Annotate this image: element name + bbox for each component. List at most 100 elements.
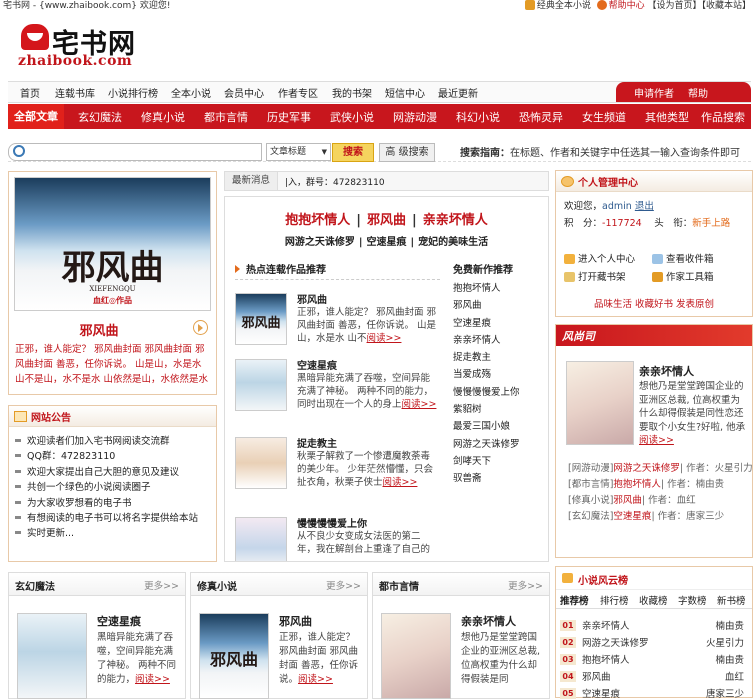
- list-item[interactable]: 共创一个绿色的小说阅读圈子: [15, 480, 198, 495]
- help-link[interactable]: 帮助: [688, 85, 708, 100]
- book-cover[interactable]: [566, 361, 634, 445]
- list-item[interactable]: 抱抱坏情人: [453, 280, 543, 297]
- cat-wuxia[interactable]: 武侠小说: [330, 109, 374, 125]
- cat-search[interactable]: 作品搜索: [701, 109, 745, 125]
- headline-link[interactable]: 亲亲坏情人: [423, 213, 488, 228]
- book-title[interactable]: 慢慢慢慢爱上你: [297, 517, 367, 530]
- tab-wordcount[interactable]: 字数榜: [678, 593, 707, 607]
- list-item[interactable]: [玄幻魔法]空速星痕| 作者：唐家三少: [568, 508, 724, 522]
- read-link[interactable]: 阅读>>: [135, 674, 170, 685]
- table-row[interactable]: 01 亲亲坏情人 楠由贵: [560, 618, 748, 632]
- book-title[interactable]: 捉走教主: [297, 435, 337, 450]
- book-title[interactable]: 空速星痕: [297, 357, 337, 372]
- list-item[interactable]: 驭兽斋: [453, 470, 543, 487]
- tab-favorites[interactable]: 收藏榜: [639, 593, 668, 607]
- list-item[interactable]: 亲亲坏情人: [453, 332, 543, 349]
- read-link[interactable]: 阅读>>: [367, 333, 402, 344]
- book-cover[interactable]: 邪风曲: [235, 293, 287, 345]
- book-cover[interactable]: [17, 613, 87, 699]
- read-link[interactable]: 阅读>>: [298, 674, 333, 685]
- cat-female[interactable]: 女生频道: [582, 109, 626, 125]
- list-item[interactable]: [网游动漫]网游之天诛修罗| 作者：火星引力: [568, 460, 753, 474]
- list-item[interactable]: 邪风曲: [453, 297, 543, 314]
- username-link[interactable]: admin: [602, 201, 632, 212]
- cat-all[interactable]: 全部文章: [8, 104, 64, 129]
- book-cover[interactable]: [235, 517, 287, 561]
- apply-author-link[interactable]: 申请作者: [634, 85, 674, 100]
- bookshelf-link[interactable]: 打开藏书架: [564, 269, 626, 283]
- nav-serial-library[interactable]: 连载书库: [55, 85, 95, 100]
- inbox-link[interactable]: 查看收件箱: [652, 251, 714, 265]
- subheadline-link[interactable]: 宠妃的美味生活: [418, 237, 488, 248]
- more-link[interactable]: 更多>>: [326, 578, 361, 592]
- list-item[interactable]: [修真小说]邪风曲| 作者：血红: [568, 492, 696, 506]
- set-homepage-link[interactable]: 【设为首页】: [647, 1, 701, 11]
- cat-other[interactable]: 其他类型: [645, 109, 689, 125]
- nav-author-zone[interactable]: 作者专区: [278, 85, 318, 100]
- book-title[interactable]: 空速星痕: [97, 613, 141, 629]
- table-row[interactable]: 02 网游之天诛修罗 火星引力: [560, 635, 748, 649]
- tab-recommend[interactable]: 推荐榜: [560, 593, 589, 607]
- nav-ranking[interactable]: 小说排行榜: [108, 85, 158, 100]
- headline-link[interactable]: 抱抱坏情人: [285, 213, 350, 228]
- subheadline-link[interactable]: 空速星痕: [367, 237, 407, 248]
- cat-game-anime[interactable]: 网游动漫: [393, 109, 437, 125]
- list-item[interactable]: 当爱成殇: [453, 366, 543, 383]
- nav-complete-novels[interactable]: 全本小说: [171, 85, 211, 100]
- author-tools-link[interactable]: 作家工具箱: [652, 269, 714, 283]
- featured-book-title[interactable]: 邪风曲: [9, 320, 189, 339]
- nav-home[interactable]: 首页: [20, 85, 40, 100]
- featured-cover[interactable]: 邪风曲 XIEFENGQU 血红◎作品: [14, 177, 211, 311]
- list-item[interactable]: 最爱三国小娘: [453, 418, 543, 435]
- search-type-select[interactable]: 文章标题: [266, 143, 331, 161]
- list-item[interactable]: 欢迎大家提出自己大胆的意见及建议: [15, 465, 198, 480]
- tab-new-books[interactable]: 新书榜: [717, 593, 746, 607]
- nav-member-center[interactable]: 会员中心: [224, 85, 264, 100]
- bookmark-site-link[interactable]: 【收藏本站】: [701, 1, 751, 11]
- list-item[interactable]: 网游之天诛修罗: [453, 436, 543, 453]
- read-link[interactable]: 阅读>>: [383, 477, 418, 488]
- cat-fantasy[interactable]: 玄幻魔法: [78, 109, 122, 125]
- nav-recent-updates[interactable]: 最近更新: [438, 85, 478, 100]
- help-center-link[interactable]: 帮助中心: [609, 1, 645, 11]
- list-item[interactable]: 紫貂树: [453, 401, 543, 418]
- table-row[interactable]: 05 空速星痕 唐家三少: [560, 686, 748, 700]
- user-links[interactable]: 品味生活 收藏好书 发表原创: [556, 296, 752, 310]
- nav-messages[interactable]: 短信中心: [385, 85, 425, 100]
- book-cover[interactable]: [381, 613, 451, 699]
- table-row[interactable]: 04 邪风曲 血红: [560, 669, 748, 683]
- book-title[interactable]: 邪风曲: [279, 613, 312, 629]
- nav-my-bookshelf[interactable]: 我的书架: [332, 85, 372, 100]
- headline-link[interactable]: 邪风曲: [367, 213, 406, 228]
- list-item[interactable]: 实时更新...: [15, 526, 198, 541]
- advanced-search-button[interactable]: 高 级搜索: [379, 143, 435, 162]
- book-cover[interactable]: 邪风曲: [199, 613, 269, 699]
- list-item[interactable]: [都市言情]抱抱坏情人| 作者：楠由贵: [568, 476, 724, 490]
- news-text[interactable]: |入，群号：472823110: [285, 175, 385, 188]
- search-input[interactable]: [8, 143, 262, 161]
- read-link[interactable]: 阅读>>: [402, 399, 437, 410]
- list-item[interactable]: 捉走教主: [453, 349, 543, 366]
- enter-center-link[interactable]: 进入个人中心: [564, 251, 635, 265]
- list-item[interactable]: QQ群：472823110: [15, 449, 198, 464]
- list-item[interactable]: 为大家收罗想看的电子书: [15, 496, 198, 511]
- cat-scifi[interactable]: 科幻小说: [456, 109, 500, 125]
- more-link[interactable]: 更多>>: [144, 578, 179, 592]
- classic-novels-link[interactable]: 经典全本小说: [537, 1, 591, 11]
- subheadline-link[interactable]: 网游之天诛修罗: [285, 237, 355, 248]
- site-logo[interactable]: 宅书网 zhaibook.com: [18, 22, 148, 70]
- list-item[interactable]: 欢迎读者们加入宅书网阅读交流群: [15, 434, 198, 449]
- list-item[interactable]: 有想阅读的电子书可以将名字提供给本站: [15, 511, 198, 526]
- list-item[interactable]: 空速星痕: [453, 315, 543, 332]
- tab-ranking[interactable]: 排行榜: [600, 593, 629, 607]
- table-row[interactable]: 03 抱抱坏情人 楠由贵: [560, 652, 748, 666]
- cat-xiuzhen[interactable]: 修真小说: [141, 109, 185, 125]
- cat-history[interactable]: 历史军事: [267, 109, 311, 125]
- logout-link[interactable]: 退出: [635, 201, 654, 212]
- cat-urban[interactable]: 都市言情: [204, 109, 248, 125]
- more-link[interactable]: 更多>>: [508, 578, 543, 592]
- book-cover[interactable]: [235, 359, 287, 411]
- book-title[interactable]: 邪风曲: [297, 291, 327, 306]
- book-title[interactable]: 亲亲坏情人: [639, 363, 694, 379]
- read-link[interactable]: 阅读>>: [639, 435, 674, 446]
